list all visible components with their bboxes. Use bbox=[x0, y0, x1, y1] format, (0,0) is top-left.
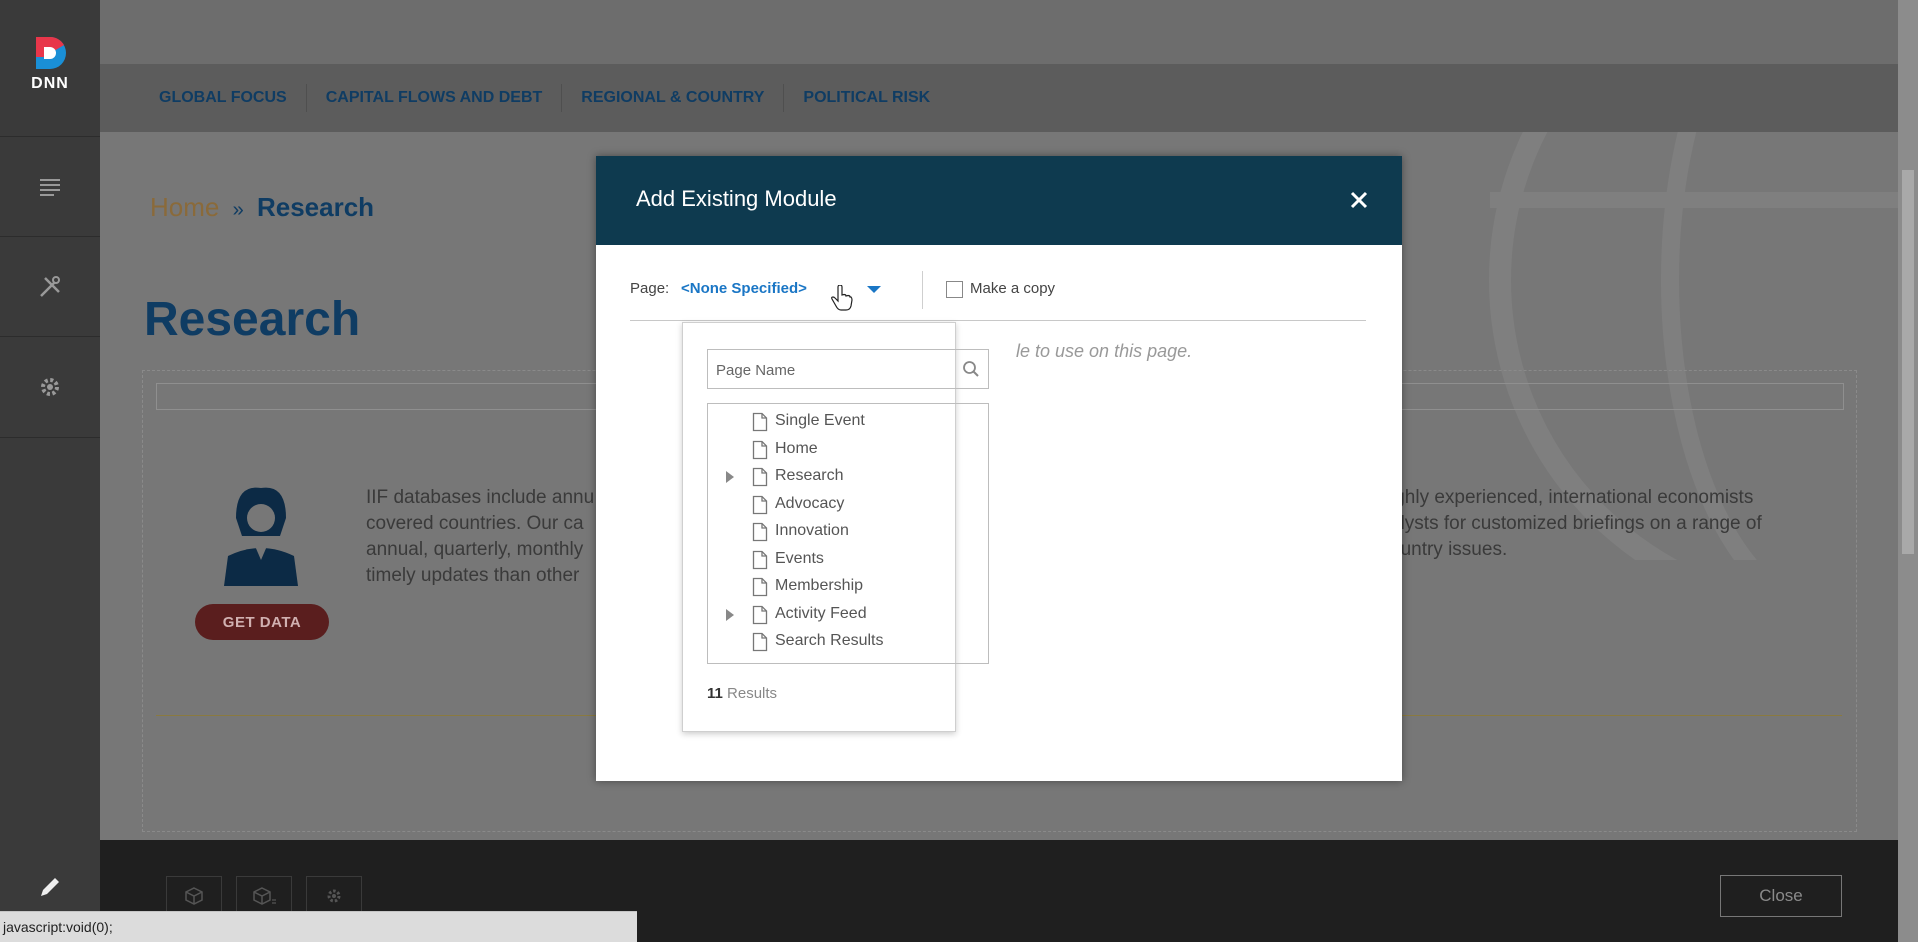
content-button[interactable] bbox=[0, 136, 100, 237]
results-number: 11 bbox=[707, 685, 723, 702]
add-module-button[interactable] bbox=[166, 876, 222, 916]
body-text-right: ighly experienced, international economi… bbox=[1390, 485, 1762, 563]
nav-global-focus[interactable]: GLOBAL FOCUS bbox=[144, 84, 307, 112]
page-dropdown: Single Event Home Research Advocacy Innovati… bbox=[682, 322, 989, 732]
page-search-input[interactable] bbox=[708, 350, 958, 390]
breadcrumb-home[interactable]: Home bbox=[150, 192, 219, 222]
tree-item[interactable]: Events bbox=[708, 546, 986, 573]
page-icon bbox=[752, 632, 768, 652]
content-icon bbox=[40, 179, 60, 196]
page-label: Page: bbox=[630, 280, 670, 297]
person-icon bbox=[224, 487, 298, 586]
nav-capital-flows[interactable]: CAPITAL FLOWS AND DEBT bbox=[307, 84, 563, 112]
get-data-button[interactable]: GET DATA bbox=[195, 604, 329, 640]
tools-button[interactable] bbox=[0, 236, 100, 337]
expand-caret-icon[interactable] bbox=[726, 471, 734, 483]
module-hint-text: le to use on this page. bbox=[1016, 341, 1193, 361]
dialog-title: Add Existing Module bbox=[636, 186, 837, 211]
tree-item-label: Events bbox=[775, 549, 824, 567]
body-text-left: IIF databases include annu covered count… bbox=[366, 485, 594, 589]
nav-regional-country[interactable]: REGIONAL & COUNTRY bbox=[562, 84, 785, 112]
nav-political-risk[interactable]: POLITICAL RISK bbox=[784, 84, 949, 112]
breadcrumb: Home » Research bbox=[150, 192, 374, 223]
top-strip bbox=[100, 0, 1898, 64]
page-settings-button[interactable] bbox=[306, 876, 362, 916]
page-icon bbox=[752, 577, 768, 597]
close-icon bbox=[1350, 191, 1368, 209]
edit-button[interactable] bbox=[0, 862, 100, 912]
body-text-line: IIF databases include annu bbox=[366, 487, 595, 508]
dialog-divider bbox=[630, 320, 1366, 321]
settings-button[interactable] bbox=[0, 336, 100, 438]
dnn-logo-icon bbox=[30, 33, 70, 73]
scrollbar-thumb[interactable] bbox=[1902, 170, 1914, 554]
page-icon bbox=[752, 412, 768, 432]
body-text-line: alysts for customized briefings on a ran… bbox=[1390, 513, 1762, 534]
status-bar: javascript:void(0); bbox=[0, 911, 637, 942]
body-text-line: covered countries. Our ca bbox=[366, 513, 584, 534]
page-tree[interactable]: Single Event Home Research Advocacy Innovati… bbox=[707, 403, 989, 664]
tree-item[interactable]: Search Results bbox=[708, 628, 986, 655]
cube-icon bbox=[185, 887, 203, 905]
cube-existing-icon bbox=[253, 887, 276, 905]
add-existing-module-button[interactable] bbox=[236, 876, 292, 916]
tree-item-label: Search Results bbox=[775, 632, 884, 649]
tree-item[interactable]: Advocacy bbox=[708, 491, 986, 518]
page-title: Research bbox=[144, 293, 361, 346]
tree-item-label: Innovation bbox=[775, 522, 849, 539]
header-separator bbox=[922, 271, 923, 309]
page-icon bbox=[752, 467, 768, 487]
close-edit-button[interactable]: Close bbox=[1720, 875, 1842, 917]
hand-cursor-icon bbox=[831, 285, 853, 311]
body-text-line: ighly experienced, international economi… bbox=[1390, 487, 1754, 508]
tree-item[interactable]: Home bbox=[708, 436, 986, 463]
pencil-icon bbox=[41, 878, 59, 896]
page-select[interactable]: <None Specified> bbox=[681, 280, 807, 297]
breadcrumb-separator: » bbox=[232, 199, 244, 221]
gear-icon bbox=[327, 889, 341, 903]
make-copy-label[interactable]: Make a copy bbox=[970, 280, 1055, 297]
tree-item[interactable]: Single Event bbox=[708, 408, 986, 435]
tree-item-label: Home bbox=[775, 439, 818, 457]
body-text-line: ountry issues. bbox=[1390, 539, 1508, 560]
tools-icon bbox=[40, 276, 60, 297]
tree-item-label: Research bbox=[775, 467, 844, 484]
make-copy-checkbox[interactable] bbox=[946, 281, 963, 298]
dialog-close-button[interactable] bbox=[1342, 183, 1376, 217]
search-icon[interactable] bbox=[962, 360, 980, 378]
results-label: Results bbox=[727, 685, 778, 702]
body-text-line: timely updates than other bbox=[366, 565, 580, 586]
tree-item-label: Membership bbox=[775, 577, 864, 594]
add-existing-module-dialog: Add Existing Module Page: <None Specifie… bbox=[596, 156, 1402, 781]
dnn-logo-text: DNN bbox=[31, 75, 69, 92]
chevron-down-icon[interactable] bbox=[867, 286, 881, 293]
tree-item-label: Single Event bbox=[775, 412, 865, 429]
tree-item-label: Advocacy bbox=[775, 494, 845, 512]
main-navigation: GLOBAL FOCUS CAPITAL FLOWS AND DEBT REGI… bbox=[100, 64, 1898, 132]
results-count: 11 Results bbox=[707, 685, 777, 702]
persona-bar: DNN bbox=[0, 0, 100, 942]
page-search-box bbox=[707, 349, 989, 390]
page-icon bbox=[752, 550, 768, 569]
dnn-logo[interactable]: DNN bbox=[0, 0, 100, 126]
page-icon bbox=[752, 522, 768, 542]
page-icon bbox=[752, 495, 768, 514]
expand-caret-icon[interactable] bbox=[726, 608, 734, 621]
page-icon bbox=[752, 605, 768, 624]
settings-icon bbox=[41, 378, 59, 396]
page-icon bbox=[752, 440, 768, 459]
dialog-header: Add Existing Module bbox=[596, 156, 1402, 245]
tree-item[interactable]: Innovation bbox=[708, 518, 986, 545]
tree-item-label: Activity Feed bbox=[775, 604, 867, 622]
breadcrumb-current: Research bbox=[256, 192, 375, 222]
tree-item[interactable]: Activity Feed bbox=[708, 601, 986, 628]
tree-item[interactable]: Membership bbox=[708, 573, 986, 600]
body-text-line: annual, quarterly, monthly bbox=[366, 539, 584, 560]
tree-item[interactable]: Research bbox=[708, 463, 986, 490]
